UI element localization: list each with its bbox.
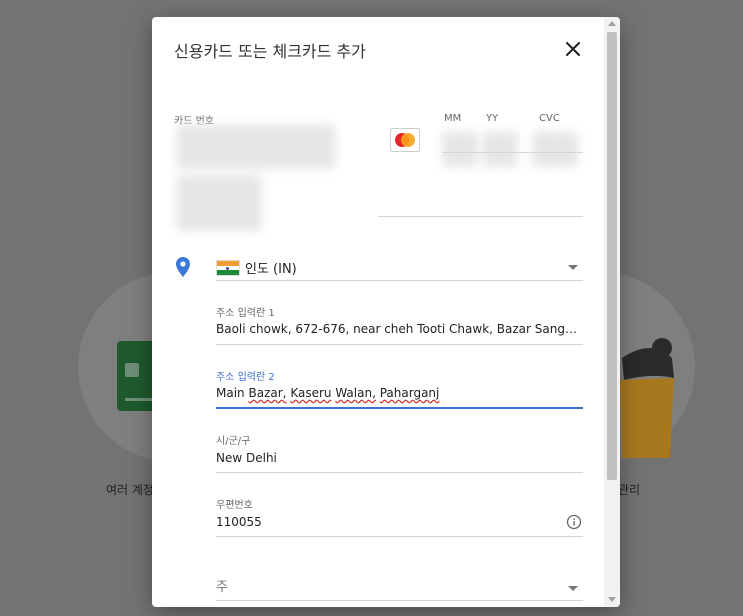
- year-label: YY: [486, 113, 499, 124]
- address2-input[interactable]: Main Bazar, Kaseru Walan, Paharganj: [216, 386, 439, 400]
- scroll-up-arrow-icon[interactable]: [608, 21, 616, 26]
- year-input[interactable]: [482, 131, 518, 167]
- card-number-input[interactable]: [176, 125, 336, 169]
- country-underline: [216, 280, 583, 281]
- address2-word-misspelled: Bazar,: [248, 386, 287, 400]
- cvc-input[interactable]: [532, 131, 578, 167]
- mastercard-icon: [390, 128, 420, 152]
- address2-underline-active: [216, 407, 583, 409]
- person-illustration: [620, 338, 674, 458]
- info-icon[interactable]: [566, 514, 582, 530]
- state-select[interactable]: 주: [216, 576, 228, 595]
- state-dropdown-arrow-icon[interactable]: [568, 586, 578, 591]
- address2-word-misspelled: Paharganj: [379, 386, 440, 400]
- city-underline: [216, 472, 583, 473]
- address2-word-misspelled: Walan,: [335, 386, 376, 400]
- address2-word-misspelled: Kaseru: [290, 386, 332, 400]
- expiry-cvc-underline: [442, 152, 583, 153]
- postal-code-label: 우편번호: [216, 500, 253, 511]
- cvc-label: CVC: [539, 113, 560, 124]
- city-label: 시/군/구: [216, 436, 251, 447]
- state-underline: [216, 600, 583, 601]
- address2-label: 주소 입력란 2: [216, 372, 275, 383]
- country-select-value[interactable]: 인도 (IN): [245, 258, 297, 277]
- address2-word: Main: [216, 386, 245, 400]
- scroll-down-arrow-icon[interactable]: [608, 597, 616, 602]
- month-label: MM: [444, 113, 462, 124]
- location-pin-icon: [176, 257, 190, 277]
- address1-input[interactable]: Baoli chowk, 672-676, near cheh Tooti Ch…: [216, 322, 582, 336]
- postal-code-input[interactable]: 110055: [216, 515, 262, 529]
- country-dropdown-arrow-icon[interactable]: [568, 265, 578, 270]
- background-text-left: 여러 계정: [106, 483, 154, 497]
- close-button[interactable]: [559, 35, 587, 63]
- postal-code-underline: [216, 536, 583, 537]
- add-card-dialog: 신용카드 또는 체크카드 추가 카드 번호 MM YY CVC 인도 (IN) …: [152, 17, 620, 607]
- address1-underline: [216, 344, 583, 345]
- scrollbar-thumb[interactable]: [607, 32, 617, 480]
- dialog-title: 신용카드 또는 체크카드 추가: [174, 42, 366, 61]
- card-number-blur: [176, 175, 262, 231]
- city-input[interactable]: New Delhi: [216, 451, 277, 465]
- address1-label: 주소 입력란 1: [216, 308, 275, 319]
- month-input[interactable]: [442, 131, 478, 167]
- close-icon: [566, 42, 580, 56]
- card-number-underline: [378, 216, 583, 217]
- india-flag-icon: [216, 260, 240, 276]
- background-text-right: 관리: [618, 483, 641, 497]
